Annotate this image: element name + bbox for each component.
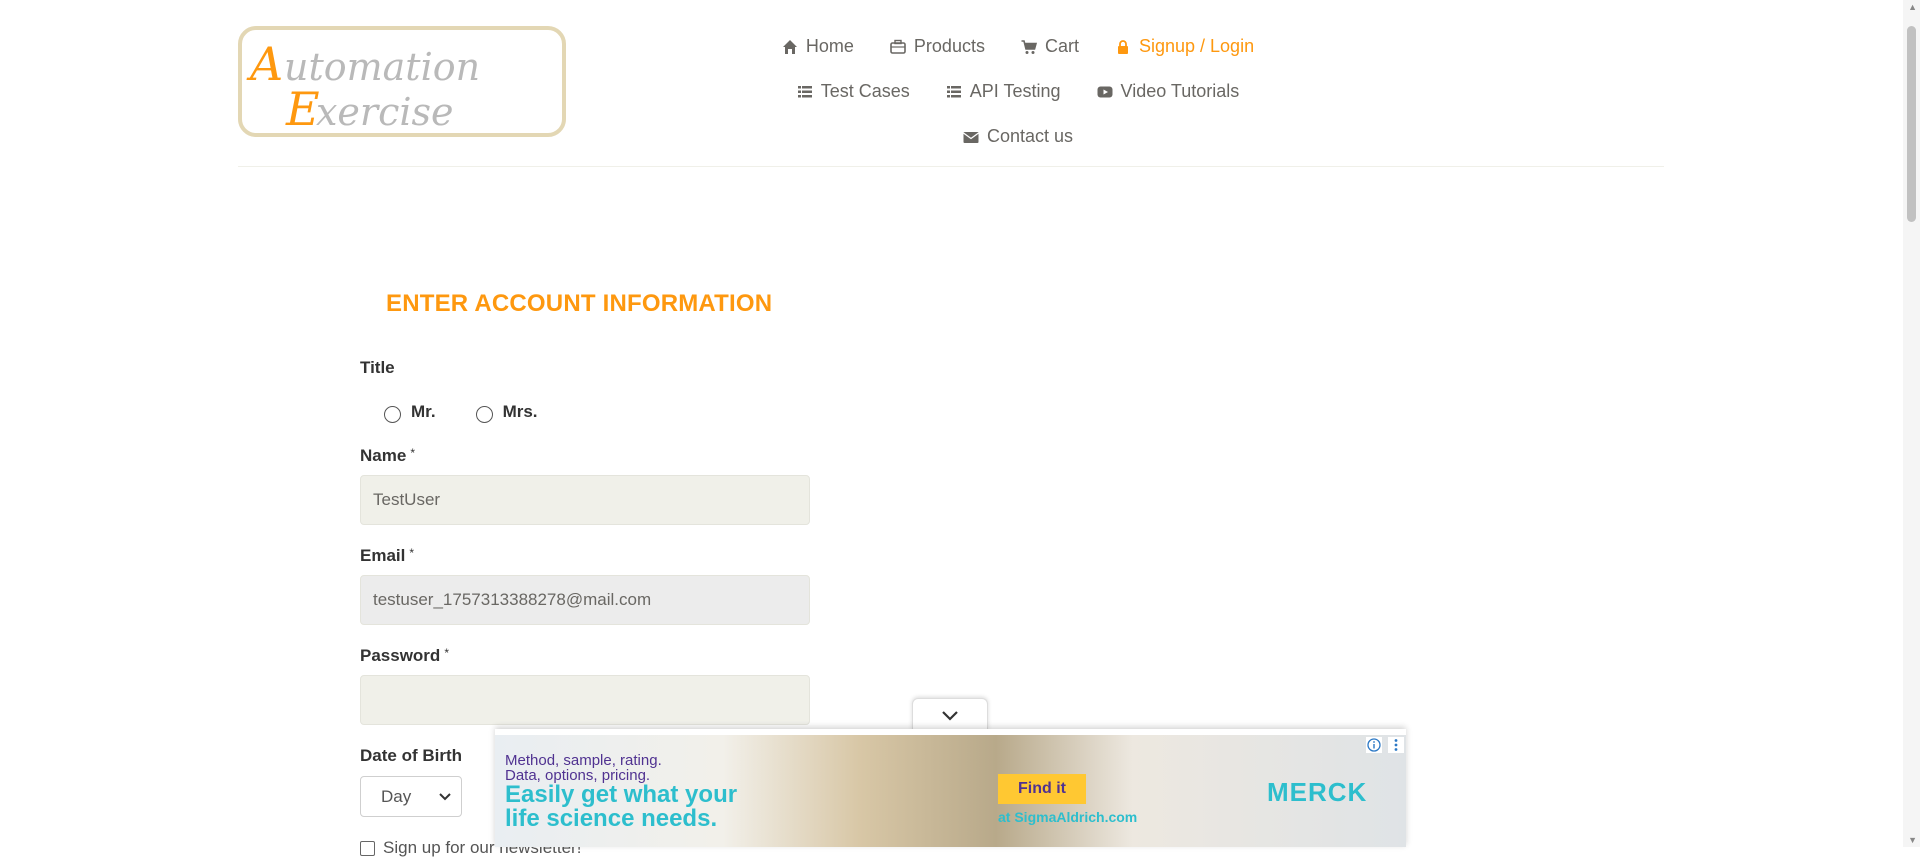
ad-cta-button[interactable]: Find it [998, 774, 1086, 804]
nav-products[interactable]: Products [872, 30, 1003, 63]
ad-top-strip [495, 729, 1406, 735]
title-label: Title [360, 358, 395, 377]
svg-text:xercise: xercise [316, 90, 454, 133]
home-icon [782, 39, 797, 54]
radio-mrs[interactable]: Mrs. [475, 400, 538, 423]
newsletter-checkbox[interactable] [360, 840, 375, 856]
nav-test-cases[interactable]: Test Cases [779, 75, 928, 108]
nav-signup-login[interactable]: Signup / Login [1097, 30, 1272, 63]
title-radio-group: Mr. Mrs. [384, 400, 538, 423]
ad-subtext: Method, sample, rating. Data, options, p… [505, 753, 662, 783]
ad-subtext-line1: Method, sample, rating. [505, 752, 662, 769]
logo-graphic: A utomation E xercise [246, 37, 480, 133]
name-input-value: TestUser [373, 490, 441, 509]
briefcase-icon [890, 39, 906, 54]
svg-text:E: E [285, 82, 320, 133]
lock-icon [1117, 39, 1128, 54]
nav-cart[interactable]: Cart [1003, 30, 1097, 63]
youtube-icon [1097, 86, 1113, 97]
scroll-up-arrow[interactable]: ▲ [1908, 2, 1917, 12]
nav-cart-label: Cart [1044, 36, 1079, 56]
email-input[interactable]: testuser_1757313388278@mail.com [360, 575, 810, 625]
nav-contact-us-label: Contact us [986, 126, 1074, 146]
svg-text:A: A [246, 37, 283, 91]
required-marker: * [409, 546, 415, 560]
form-title: ENTER ACCOUNT INFORMATION [386, 290, 773, 317]
password-label: Password * [360, 646, 449, 666]
name-label-text: Name [360, 446, 407, 465]
nav-home-label: Home [805, 36, 854, 56]
list-icon [797, 85, 812, 97]
name-label: Name * [360, 446, 415, 466]
dob-label: Date of Birth [360, 746, 462, 765]
ad-headline-line1: Easily get what your [505, 781, 738, 808]
email-label-text: Email [360, 546, 406, 565]
nav-contact-us[interactable]: Contact us [945, 120, 1091, 153]
dob-day-value: Day [381, 786, 412, 806]
ad-banner[interactable]: Method, sample, rating. Data, options, p… [495, 729, 1406, 847]
ad-collapse-button[interactable] [912, 698, 988, 731]
ad-headline: Easily get what your life science needs. [505, 783, 737, 831]
name-input[interactable]: TestUser [360, 475, 810, 525]
ad-options-icon[interactable] [1388, 737, 1404, 753]
nav-products-label: Products [913, 36, 985, 56]
cart-icon [1021, 39, 1037, 54]
scroll-down-arrow[interactable]: ▼ [1908, 835, 1917, 845]
chevron-down-icon [942, 710, 958, 721]
radio-mrs-control[interactable] [475, 406, 493, 423]
nav-test-cases-label: Test Cases [820, 81, 910, 101]
required-marker: * [444, 646, 449, 660]
site-header: A utomation E xercise Home Products Cart… [238, 0, 1664, 167]
nav-video-tutorials-label: Video Tutorials [1120, 81, 1240, 101]
list-icon [946, 85, 961, 97]
page-scrollbar[interactable]: ▲ ▼ [1903, 0, 1920, 847]
site-logo[interactable]: A utomation E xercise [238, 26, 566, 137]
ad-brand-logo: MERCK [1267, 777, 1368, 807]
radio-mr-label: Mr. [411, 401, 436, 421]
radio-mrs-label: Mrs. [502, 401, 538, 421]
required-marker: * [410, 446, 415, 460]
ad-site-text: at SigmaAldrich.com [998, 809, 1138, 825]
password-input[interactable] [360, 675, 810, 725]
password-label-text: Password [360, 646, 441, 665]
ad-info-icon[interactable] [1366, 737, 1382, 753]
main-nav: Home Products Cart Signup / Login Test C… [738, 30, 1298, 153]
radio-mr-control[interactable] [384, 406, 401, 423]
nav-api-testing-label: API Testing [969, 81, 1061, 101]
nav-home[interactable]: Home [764, 30, 872, 63]
nav-api-testing[interactable]: API Testing [928, 75, 1079, 108]
envelope-icon [963, 131, 979, 143]
radio-mr[interactable]: Mr. [384, 400, 436, 423]
nav-video-tutorials[interactable]: Video Tutorials [1079, 75, 1258, 108]
nav-signup-login-label: Signup / Login [1138, 36, 1255, 56]
scroll-thumb[interactable] [1907, 26, 1916, 222]
email-label: Email * [360, 546, 414, 566]
chevron-down-icon [439, 792, 451, 800]
dob-day-select[interactable]: Day [360, 776, 462, 817]
email-input-value: testuser_1757313388278@mail.com [373, 590, 652, 609]
ad-headline-line2: life science needs. [505, 805, 718, 832]
ad-controls [1366, 737, 1404, 753]
